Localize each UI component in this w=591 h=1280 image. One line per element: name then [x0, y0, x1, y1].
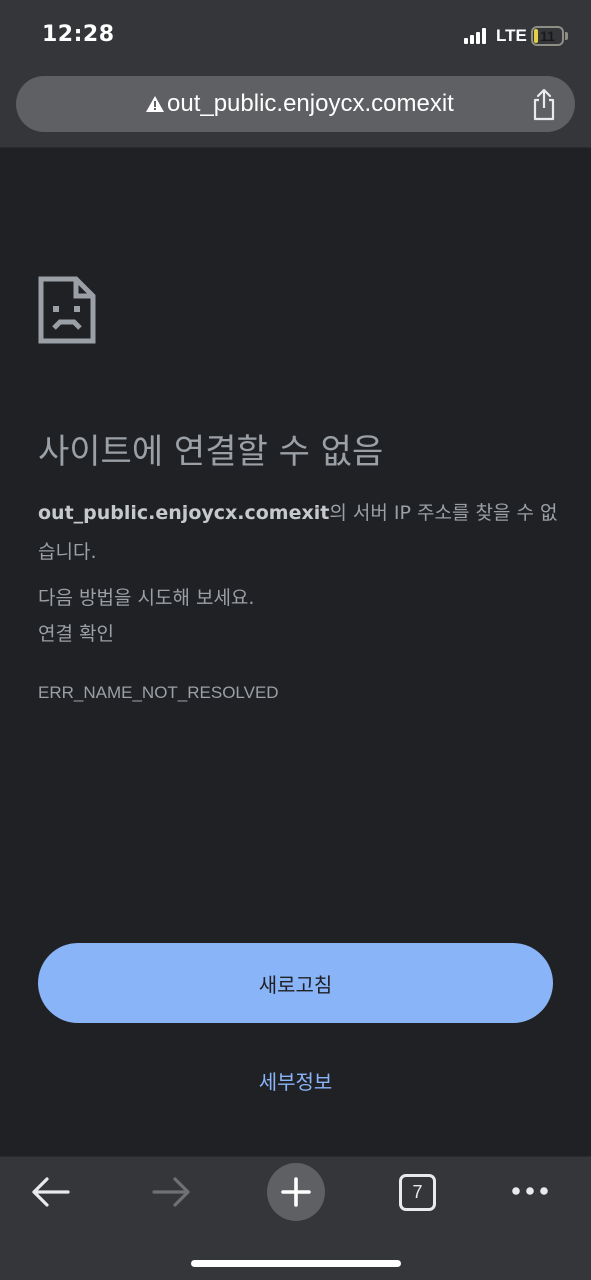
- reload-button[interactable]: 새로고침: [38, 943, 553, 1023]
- browser-top-bar: 12:28 LTE 11 out_public.enjoycx.comexit: [0, 0, 591, 148]
- plus-icon: [281, 1177, 311, 1207]
- error-code: ERR_NAME_NOT_RESOLVED: [38, 683, 279, 702]
- signal-icon: [464, 28, 488, 44]
- battery-level: 11: [540, 28, 555, 44]
- details-link[interactable]: 세부정보: [0, 1066, 591, 1095]
- error-title: 사이트에 연결할 수 없음: [38, 432, 384, 472]
- arrow-right-icon[interactable]: [152, 1175, 192, 1209]
- suggestion-heading: 다음 방법을 시도해 보세요.: [38, 587, 255, 609]
- address-bar[interactable]: out_public.enjoycx.comexit: [16, 76, 575, 132]
- status-time: 12:28: [42, 22, 115, 47]
- more-horizontal-icon[interactable]: [510, 1183, 550, 1199]
- new-tab-button[interactable]: [267, 1163, 325, 1221]
- suggestions: 다음 방법을 시도해 보세요. 연결 확인: [38, 580, 254, 652]
- status-bar: 12:28 LTE 11: [0, 0, 591, 70]
- tab-switcher-button[interactable]: 7: [399, 1174, 436, 1211]
- error-host: out_public.enjoycx.comexit: [38, 502, 330, 524]
- battery-icon: 11: [531, 26, 564, 46]
- arrow-left-icon[interactable]: [30, 1175, 70, 1209]
- network-type: LTE: [496, 26, 527, 45]
- warning-icon: [146, 96, 164, 112]
- error-description: out_public.enjoycx.comexit의 서버 IP 주소를 찾을…: [38, 494, 558, 572]
- suggestion-item: 연결 확인: [38, 623, 114, 645]
- sad-document-icon: [38, 276, 96, 344]
- url-text[interactable]: out_public.enjoycx.comexit: [167, 90, 454, 118]
- share-icon[interactable]: [526, 86, 562, 122]
- home-indicator[interactable]: [191, 1260, 401, 1267]
- battery-cap: [565, 32, 568, 40]
